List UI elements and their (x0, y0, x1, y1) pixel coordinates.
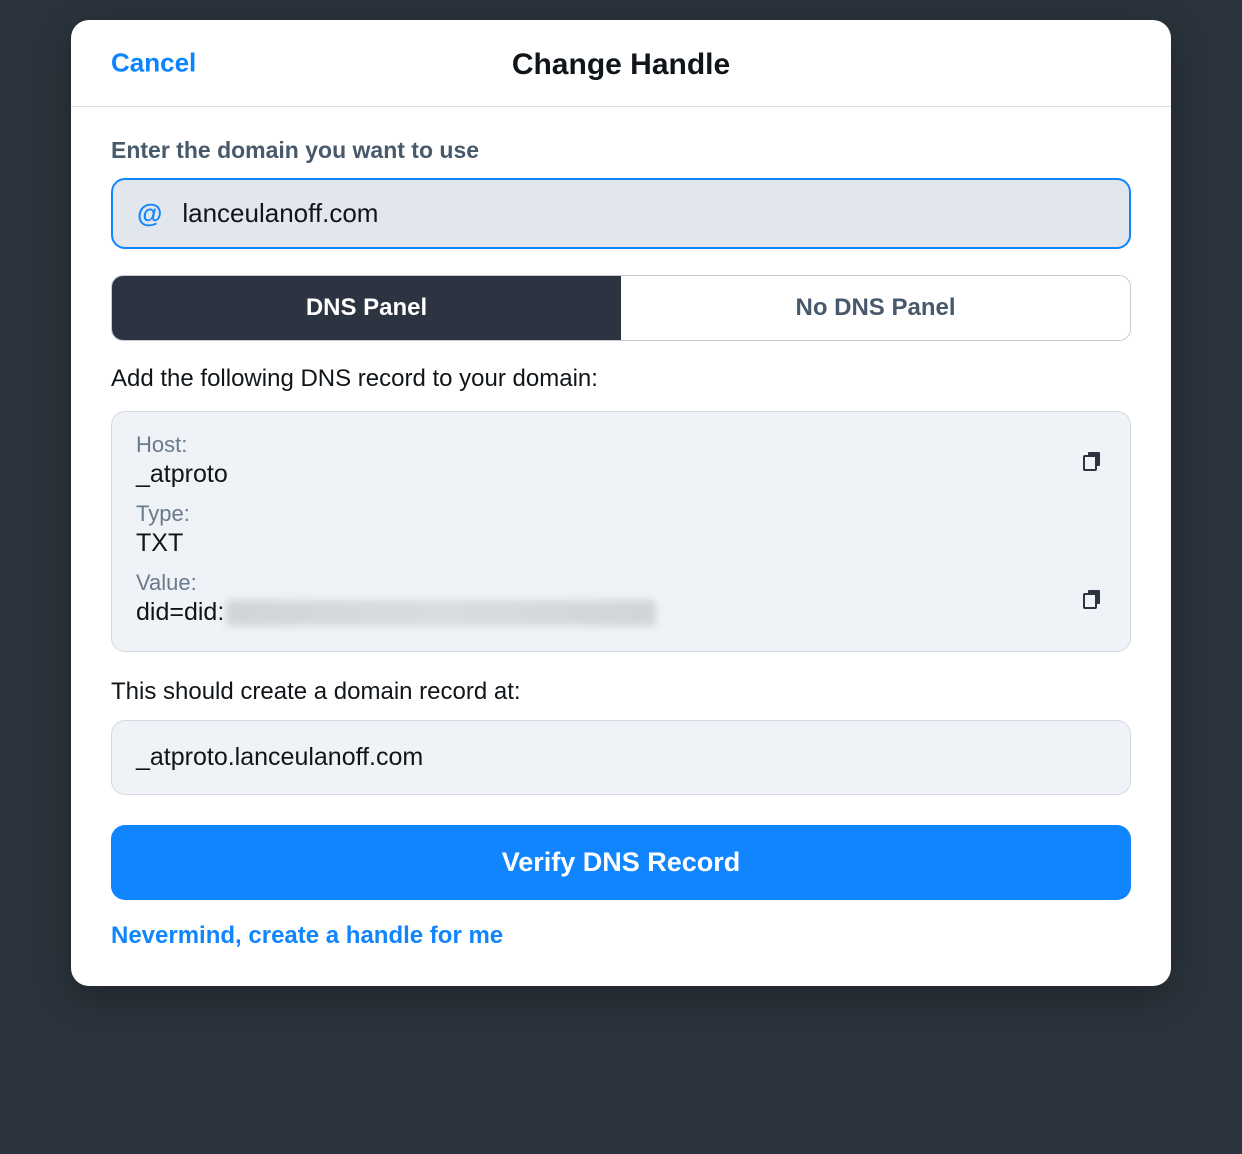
change-handle-modal: Cancel Change Handle Enter the domain yo… (71, 20, 1171, 986)
modal-header: Cancel Change Handle (71, 20, 1171, 107)
dns-host-row: Host: _atproto (136, 432, 1106, 489)
copy-icon[interactable] (1080, 587, 1104, 611)
domain-input-label: Enter the domain you want to use (111, 137, 1131, 164)
dns-value-prefix: did=did: (136, 598, 224, 627)
copy-icon[interactable] (1080, 449, 1104, 473)
at-icon: @ (137, 198, 162, 229)
modal-body: Enter the domain you want to use @ DNS P… (71, 107, 1171, 986)
cancel-button[interactable]: Cancel (111, 48, 196, 79)
verify-dns-button[interactable]: Verify DNS Record (111, 825, 1131, 900)
tab-no-dns-panel[interactable]: No DNS Panel (621, 276, 1130, 340)
dns-instruction: Add the following DNS record to your dom… (111, 365, 1131, 393)
dns-value-value: did=did: (136, 598, 1106, 627)
modal-title: Change Handle (512, 48, 730, 82)
result-domain-box: _atproto.lanceulanoff.com (111, 720, 1131, 795)
dns-type-value: TXT (136, 529, 1106, 558)
dns-value-row: Value: did=did: (136, 570, 1106, 627)
domain-input-container[interactable]: @ (111, 178, 1131, 249)
domain-input[interactable] (182, 198, 1105, 229)
dns-tabs: DNS Panel No DNS Panel (111, 275, 1131, 341)
dns-host-value: _atproto (136, 460, 1106, 489)
dns-type-label: Type: (136, 501, 1106, 527)
nevermind-link[interactable]: Nevermind, create a handle for me (111, 922, 503, 950)
tab-dns-panel[interactable]: DNS Panel (112, 276, 621, 340)
result-instruction: This should create a domain record at: (111, 678, 1131, 706)
dns-host-label: Host: (136, 432, 1106, 458)
dns-type-row: Type: TXT (136, 501, 1106, 558)
dns-value-redacted (226, 600, 656, 626)
dns-record-card: Host: _atproto Type: TXT Value: did=did: (111, 411, 1131, 652)
dns-value-label: Value: (136, 570, 1106, 596)
